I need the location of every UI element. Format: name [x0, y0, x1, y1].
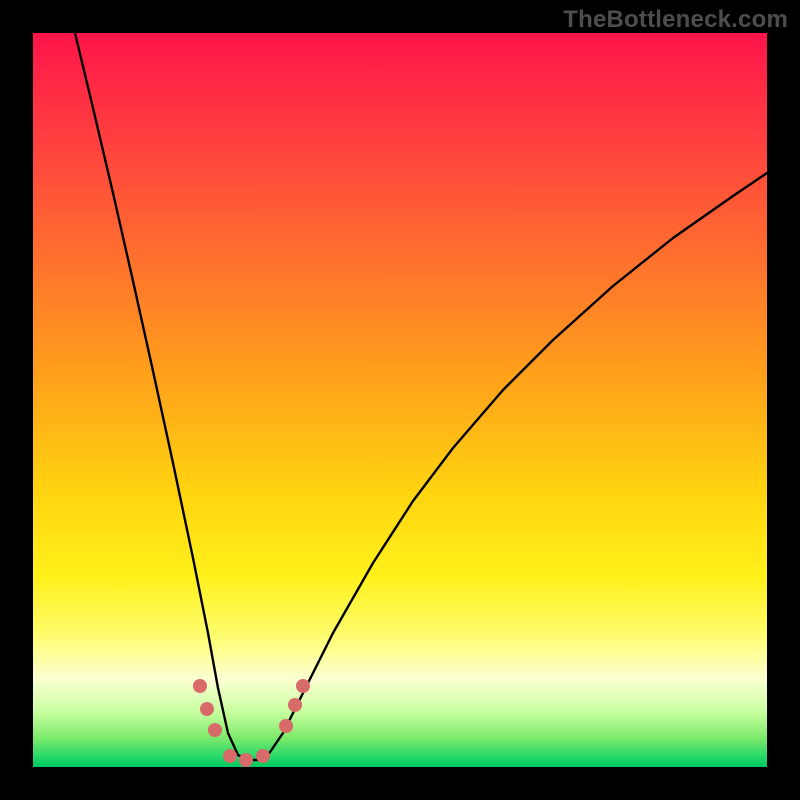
outer-frame: TheBottleneck.com	[0, 0, 800, 800]
threshold-dot	[193, 679, 207, 693]
threshold-dot	[279, 719, 293, 733]
threshold-dot	[296, 679, 310, 693]
threshold-dot	[288, 698, 302, 712]
threshold-dot	[256, 749, 270, 763]
threshold-dot	[208, 723, 222, 737]
attribution-label: TheBottleneck.com	[563, 6, 788, 34]
bottleneck-curve	[75, 33, 767, 760]
chart-plot-area	[33, 33, 767, 767]
threshold-dot	[223, 749, 237, 763]
bottleneck-chart-svg	[33, 33, 767, 767]
threshold-dot	[200, 702, 214, 716]
threshold-markers	[193, 679, 310, 767]
threshold-dot	[239, 753, 253, 767]
